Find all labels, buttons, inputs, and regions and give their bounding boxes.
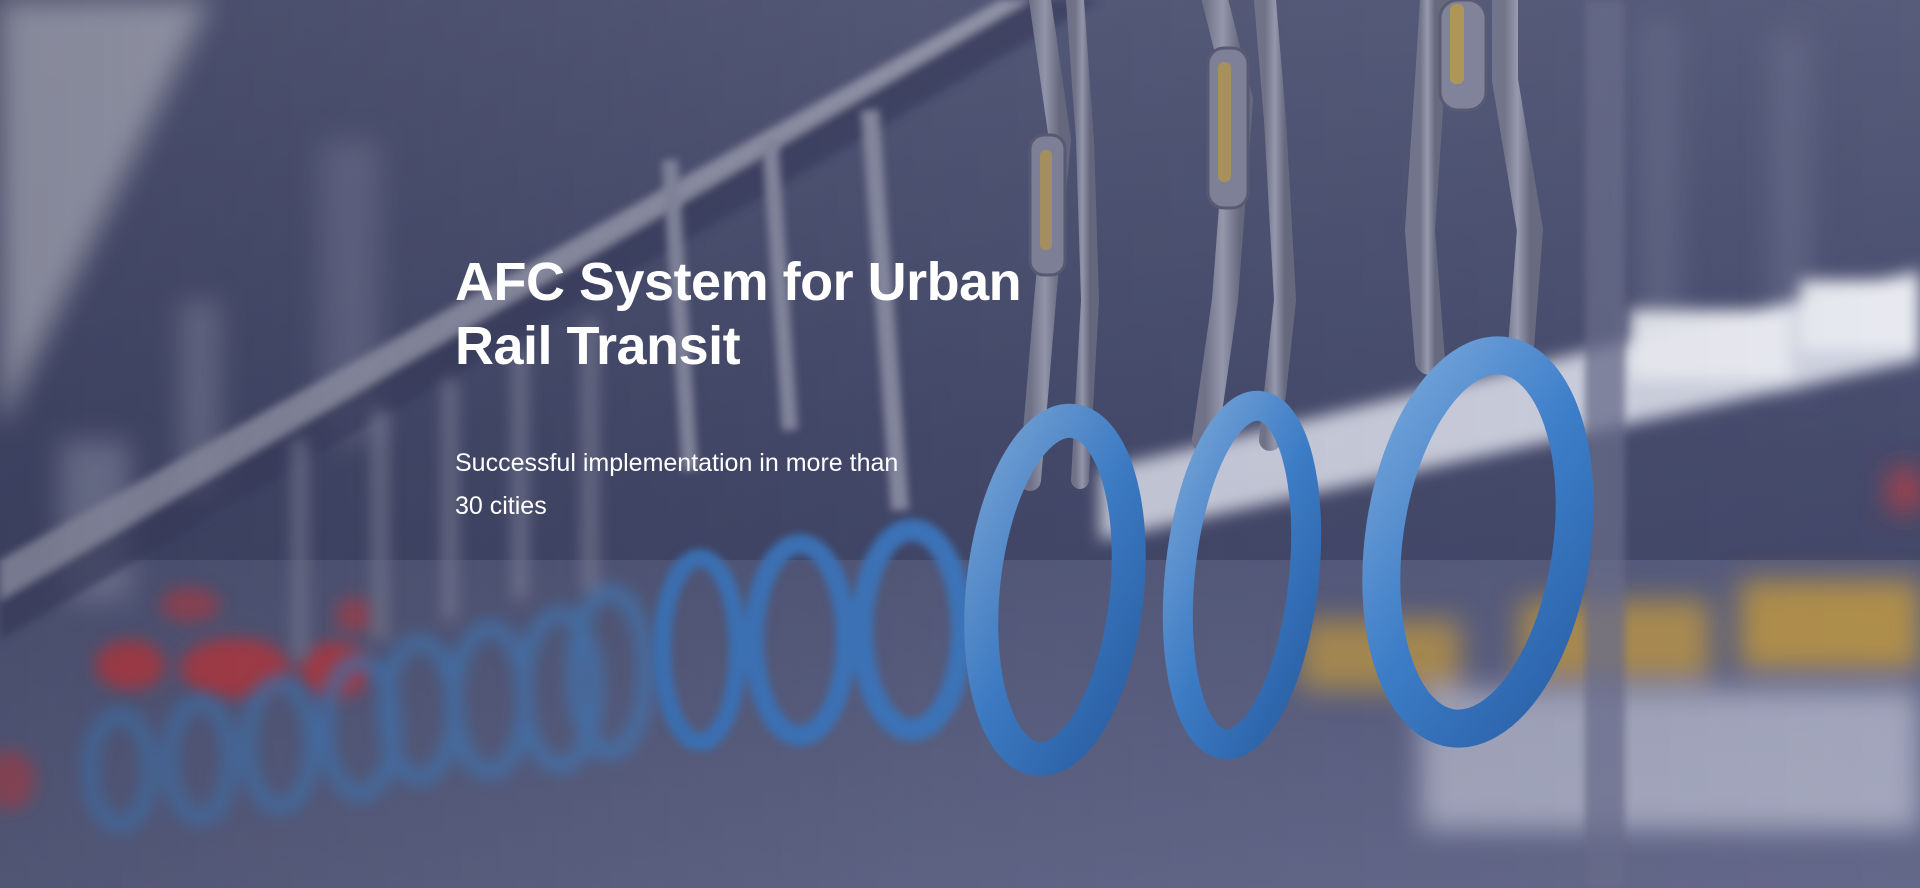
- hero-content: AFC System for Urban Rail Transit Succes…: [455, 250, 1095, 528]
- hero-subtitle: Successful implementation in more than 3…: [455, 449, 899, 520]
- hero-banner: AFC System for Urban Rail Transit Succes…: [0, 0, 1920, 888]
- hero-title: AFC System for Urban Rail Transit: [455, 252, 1022, 376]
